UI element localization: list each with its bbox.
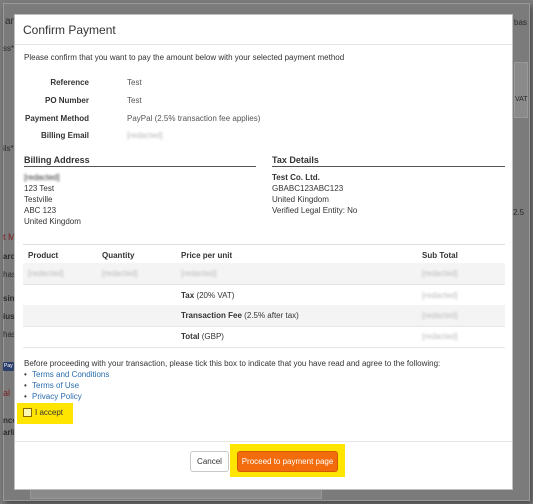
billing-email-value: [redacted] [127, 131, 163, 140]
modal-header: Confirm Payment [15, 15, 512, 45]
paypal-logo-icon: Pay [3, 362, 14, 371]
billing-address-line: United Kingdom [24, 217, 81, 226]
total-row-label: Total (GBP) [181, 332, 224, 341]
tax-detail-line: United Kingdom [272, 195, 329, 204]
column-header-product: Product [28, 251, 59, 260]
background-text: VAT [515, 96, 528, 103]
billing-address-line: Testville [24, 195, 53, 204]
tax-row-label: Tax (20% VAT) [181, 291, 235, 300]
row-divider [23, 326, 505, 327]
background-panel [514, 62, 528, 118]
intro-text: Please confirm that you want to pay the … [24, 53, 345, 62]
tax-details-title: Tax Details [272, 155, 319, 165]
background-text: bas [514, 18, 527, 27]
total-row-value: [redacted] [422, 332, 458, 341]
tax-details-rule [272, 166, 505, 167]
fee-row-value: [redacted] [422, 311, 458, 320]
row-divider [23, 347, 505, 348]
fee-row-label: Transaction Fee (2.5% after tax) [181, 311, 299, 320]
column-header-price: Price per unit [181, 251, 233, 260]
po-number-value: Test [127, 96, 142, 105]
item-product: [redacted] [28, 269, 64, 278]
tax-detail-line: GBABC123ABC123 [272, 184, 344, 193]
terms-of-use-link[interactable]: Terms of Use [32, 381, 79, 390]
item-price: [redacted] [181, 269, 217, 278]
terms-notice: Before proceeding with your transaction,… [24, 359, 441, 368]
background-text: 2.5 [513, 208, 525, 217]
po-number-label: PO Number [44, 96, 89, 105]
accept-checkbox[interactable] [23, 408, 32, 417]
column-header-quantity: Quantity [102, 251, 135, 260]
payment-method-label: Payment Method [24, 114, 89, 123]
payment-method-value: PayPal (2.5% transaction fee applies) [127, 114, 261, 123]
billing-address-title: Billing Address [24, 155, 90, 165]
tax-detail-line: Verified Legal Entity: No [272, 206, 358, 215]
reference-value: Test [127, 78, 142, 87]
billing-address-line: 123 Test [24, 184, 55, 193]
cancel-button[interactable]: Cancel [190, 451, 229, 472]
reference-label: Reference [50, 78, 89, 87]
tax-company: Test Co. Ltd. [272, 173, 320, 182]
bullet: • [24, 392, 27, 401]
background-text: al [3, 388, 11, 398]
proceed-to-payment-button[interactable]: Proceed to payment page [237, 451, 338, 472]
table-top-rule [23, 244, 505, 245]
bullet: • [24, 381, 27, 390]
background-text: sin [3, 294, 15, 303]
background-panel [30, 489, 322, 499]
item-subtotal: [redacted] [422, 269, 458, 278]
accept-label[interactable]: I accept [35, 408, 63, 417]
bullet: • [24, 370, 27, 379]
terms-and-conditions-link[interactable]: Terms and Conditions [32, 370, 109, 379]
billing-email-label: Billing Email [40, 131, 89, 140]
row-divider [23, 284, 505, 285]
modal-title: Confirm Payment [23, 23, 116, 37]
tax-row-value: [redacted] [422, 291, 458, 300]
billing-address-rule [24, 166, 256, 167]
billing-name: [redacted] [24, 173, 60, 182]
footer-divider [15, 441, 512, 442]
background-text: ils* [3, 144, 14, 153]
background-text: ar [5, 16, 14, 27]
privacy-policy-link[interactable]: Privacy Policy [32, 392, 82, 401]
item-quantity: [redacted] [102, 269, 138, 278]
column-header-subtotal: Sub Total [422, 251, 458, 260]
confirm-payment-modal: Confirm Payment Please confirm that you … [14, 14, 513, 490]
background-text: ss* [3, 44, 15, 53]
billing-address-line: ABC 123 [24, 206, 57, 215]
background-text: ius [3, 312, 15, 321]
